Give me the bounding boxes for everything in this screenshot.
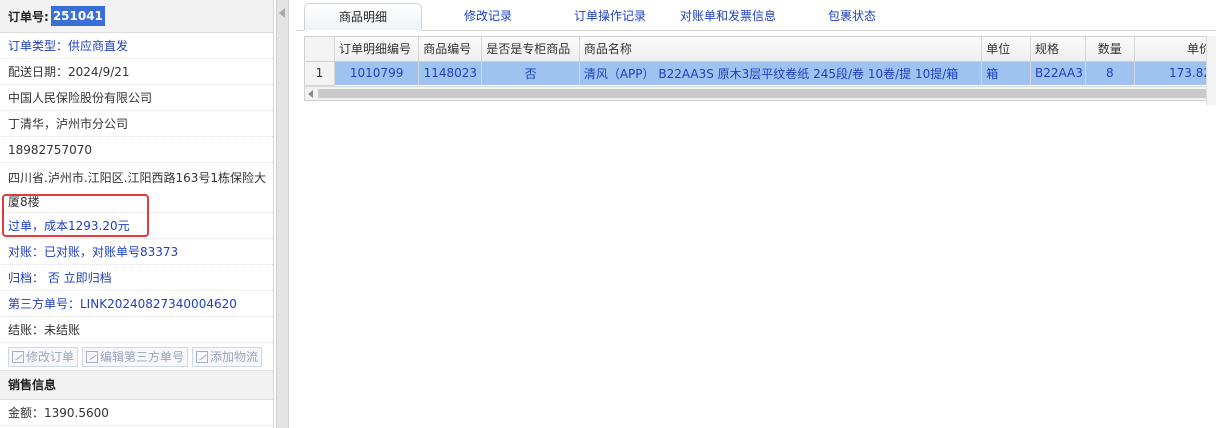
tab-product-details[interactable]: 商品明细	[304, 3, 422, 31]
archive-status[interactable]: 归档： 否 立即归档	[0, 265, 273, 291]
order-header: 订单号: 251041	[0, 0, 273, 33]
contact-person: 丁清华，泸州市分公司	[0, 111, 273, 137]
order-action-buttons: 修改订单 编辑第三方单号 添加物流	[0, 343, 273, 371]
cell-unit[interactable]: 箱	[981, 61, 1032, 85]
row-number: 1	[305, 61, 335, 86]
col-product-no[interactable]: 商品编号	[418, 37, 483, 62]
col-quantity[interactable]: 数量	[1085, 37, 1135, 62]
third-party-order-no: 第三方单号：LINK20240827340004620	[0, 291, 273, 317]
edit-third-party-button[interactable]: 编辑第三方单号	[82, 346, 189, 367]
grid-header-row: 订单明细编号 商品编号 是否是专柜商品 商品名称 单位 规格 数量 单价	[305, 37, 1216, 62]
col-unit[interactable]: 单位	[981, 37, 1032, 62]
delivery-date: 配送日期：2024/9/21	[0, 59, 273, 85]
panel-splitter[interactable]	[276, 0, 289, 428]
edit-icon	[196, 350, 209, 363]
contact-phone: 18982757070	[0, 137, 273, 163]
tab-operation-log[interactable]: 订单操作记录	[554, 3, 666, 31]
order-detail-window: 订单号: 251041 订单类型：供应商直发 配送日期：2024/9/21 中国…	[0, 0, 1216, 428]
cell-spec[interactable]: B22AA3	[1030, 61, 1086, 85]
col-is-counter[interactable]: 是否是专柜商品	[481, 37, 580, 62]
order-info-panel: 订单号: 251041 订单类型：供应商直发 配送日期：2024/9/21 中国…	[0, 0, 274, 428]
col-detail-no[interactable]: 订单明细编号	[334, 37, 420, 62]
pass-order-cost: 过单，成本1293.20元	[0, 213, 273, 239]
horizontal-scrollbar[interactable]	[305, 85, 1216, 100]
reconcile-status[interactable]: 对账：已对账，对账单号83373	[0, 239, 273, 265]
cell-product-name[interactable]: 清风（APP） B22AA3S 原木3层平纹卷纸 245段/卷 10卷/提 10…	[579, 61, 983, 85]
cell-detail-no[interactable]: 1010799	[334, 61, 420, 85]
settle-status: 结账：未结账	[0, 317, 273, 343]
edit-icon	[12, 350, 24, 363]
table-row[interactable]: 1 1010799 1148023 否 清风（APP） B22AA3S 原木3层…	[305, 61, 1216, 86]
add-logistics-label: 添加物流	[210, 350, 259, 364]
col-spec[interactable]: 规格	[1030, 37, 1086, 62]
sales-amount: 金额：1390.5600	[0, 400, 273, 426]
address-line-2: 厦8楼	[8, 195, 40, 209]
scrollbar-thumb[interactable]	[318, 88, 1212, 98]
col-unit-price[interactable]: 单价	[1134, 37, 1216, 62]
tab-change-log[interactable]: 修改记录	[422, 3, 554, 31]
detail-tabs: 商品明细 修改记录 订单操作记录 对账单和发票信息 包裹状态	[296, 0, 1216, 31]
order-type: 订单类型：供应商直发	[0, 33, 273, 59]
cell-product-no[interactable]: 1148023	[418, 61, 483, 85]
edit-icon	[86, 350, 99, 363]
scroll-left-icon[interactable]	[308, 89, 313, 98]
grid-right-edge	[1206, 36, 1216, 105]
cell-quantity[interactable]: 8	[1085, 61, 1135, 85]
product-grid: 订单明细编号 商品编号 是否是专柜商品 商品名称 单位 规格 数量 单价 1 1…	[304, 36, 1216, 101]
customer-company: 中国人民保险股份有限公司	[0, 85, 273, 111]
delivery-address: 四川省.泸州市.江阳区.江阳西路163号1栋保险大 厦8楼	[0, 163, 273, 213]
cell-is-counter[interactable]: 否	[481, 61, 580, 85]
detail-panel: 商品明细 修改记录 订单操作记录 对账单和发票信息 包裹状态 订单明细编号 商品…	[296, 0, 1216, 428]
col-rownum	[305, 37, 335, 62]
order-id-value[interactable]: 251041	[50, 6, 105, 26]
add-logistics-button[interactable]: 添加物流	[192, 346, 263, 367]
edit-third-party-label: 编辑第三方单号	[100, 350, 185, 364]
edit-order-button[interactable]: 修改订单	[8, 346, 79, 367]
order-id-label: 订单号:	[8, 9, 49, 24]
edit-order-label: 修改订单	[26, 350, 75, 364]
sales-section-title: 销售信息	[0, 371, 273, 400]
tab-package-status[interactable]: 包裹状态	[790, 3, 914, 31]
cell-unit-price[interactable]: 173.82	[1134, 61, 1216, 85]
address-line-1: 四川省.泸州市.江阳区.江阳西路163号1栋保险大	[8, 171, 266, 185]
collapse-left-icon[interactable]	[279, 8, 285, 18]
tab-statement-invoice[interactable]: 对账单和发票信息	[666, 3, 790, 31]
col-product-name[interactable]: 商品名称	[579, 37, 983, 62]
